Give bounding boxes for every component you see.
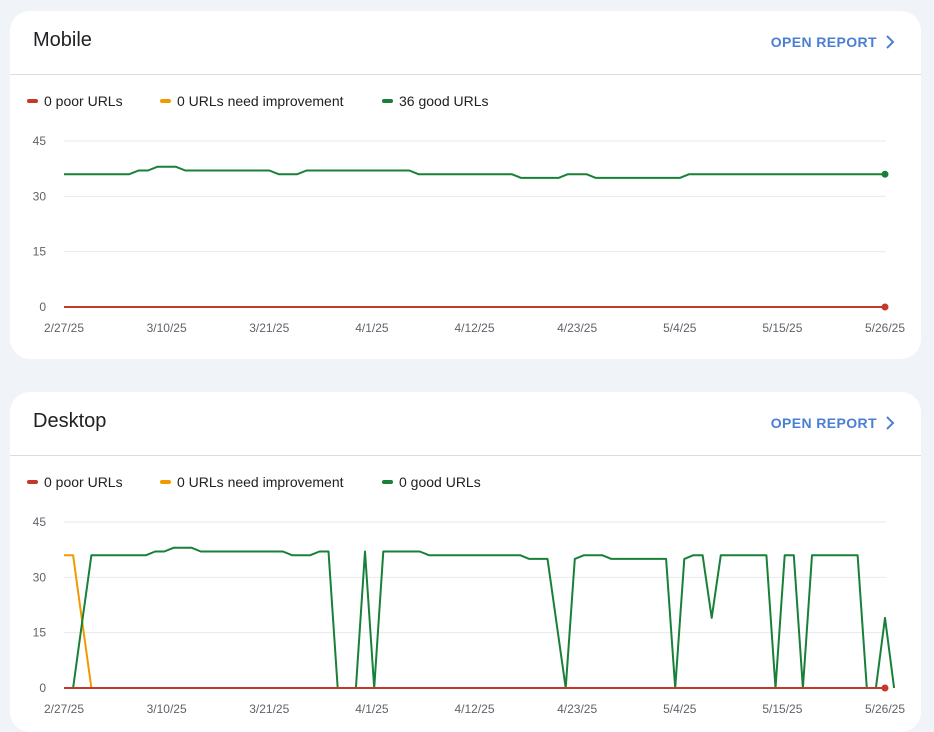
y-tick-label: 0 [39,300,46,314]
series-end-point [881,303,889,311]
y-tick-label: 15 [33,626,47,640]
mobile-line-chart: 0 15 30 45 2/27/25 3/10/25 3/21/25 4/1/25 4/12/2… [33,134,906,335]
x-tick-label: 4/23/25 [557,321,597,335]
x-tick-label: 2/27/25 [44,321,84,335]
y-tick-label: 30 [33,189,47,203]
series-line-urls-need-improvement [64,554,885,689]
y-tick-label: 45 [33,134,47,148]
x-tick-label: 5/15/25 [762,321,802,335]
x-tick-label: 4/1/25 [355,321,389,335]
series-line-good-urls [72,546,896,689]
x-tick-label: 3/21/25 [249,702,289,716]
x-tick-label: 5/15/25 [762,702,802,716]
x-tick-label: 5/4/25 [663,321,697,335]
x-tick-label: 4/1/25 [355,702,389,716]
series-end-point [881,684,889,692]
x-tick-label: 5/26/25 [865,702,905,716]
x-tick-label: 5/4/25 [663,702,697,716]
series-line-good-urls [64,165,885,179]
x-tick-label: 3/21/25 [249,321,289,335]
series-end-point [881,170,889,178]
mobile-card: Mobile OPEN REPORT 0 poor URLs 0 URLs ne… [10,11,921,359]
y-tick-label: 45 [33,515,47,529]
x-tick-label: 4/23/25 [557,702,597,716]
x-tick-label: 4/12/25 [454,702,494,716]
x-tick-label: 3/10/25 [147,702,187,716]
y-tick-label: 30 [33,570,47,584]
desktop-card: Desktop OPEN REPORT 0 poor URLs 0 URLs n… [10,392,921,732]
desktop-line-chart: 0 15 30 45 2/27/25 3/10/25 3/21/25 4/1/25 4/12/2… [33,515,906,716]
x-tick-label: 2/27/25 [44,702,84,716]
y-tick-label: 0 [39,681,46,695]
y-tick-label: 15 [33,245,47,259]
x-tick-label: 4/12/25 [454,321,494,335]
x-tick-label: 5/26/25 [865,321,905,335]
x-tick-label: 3/10/25 [147,321,187,335]
